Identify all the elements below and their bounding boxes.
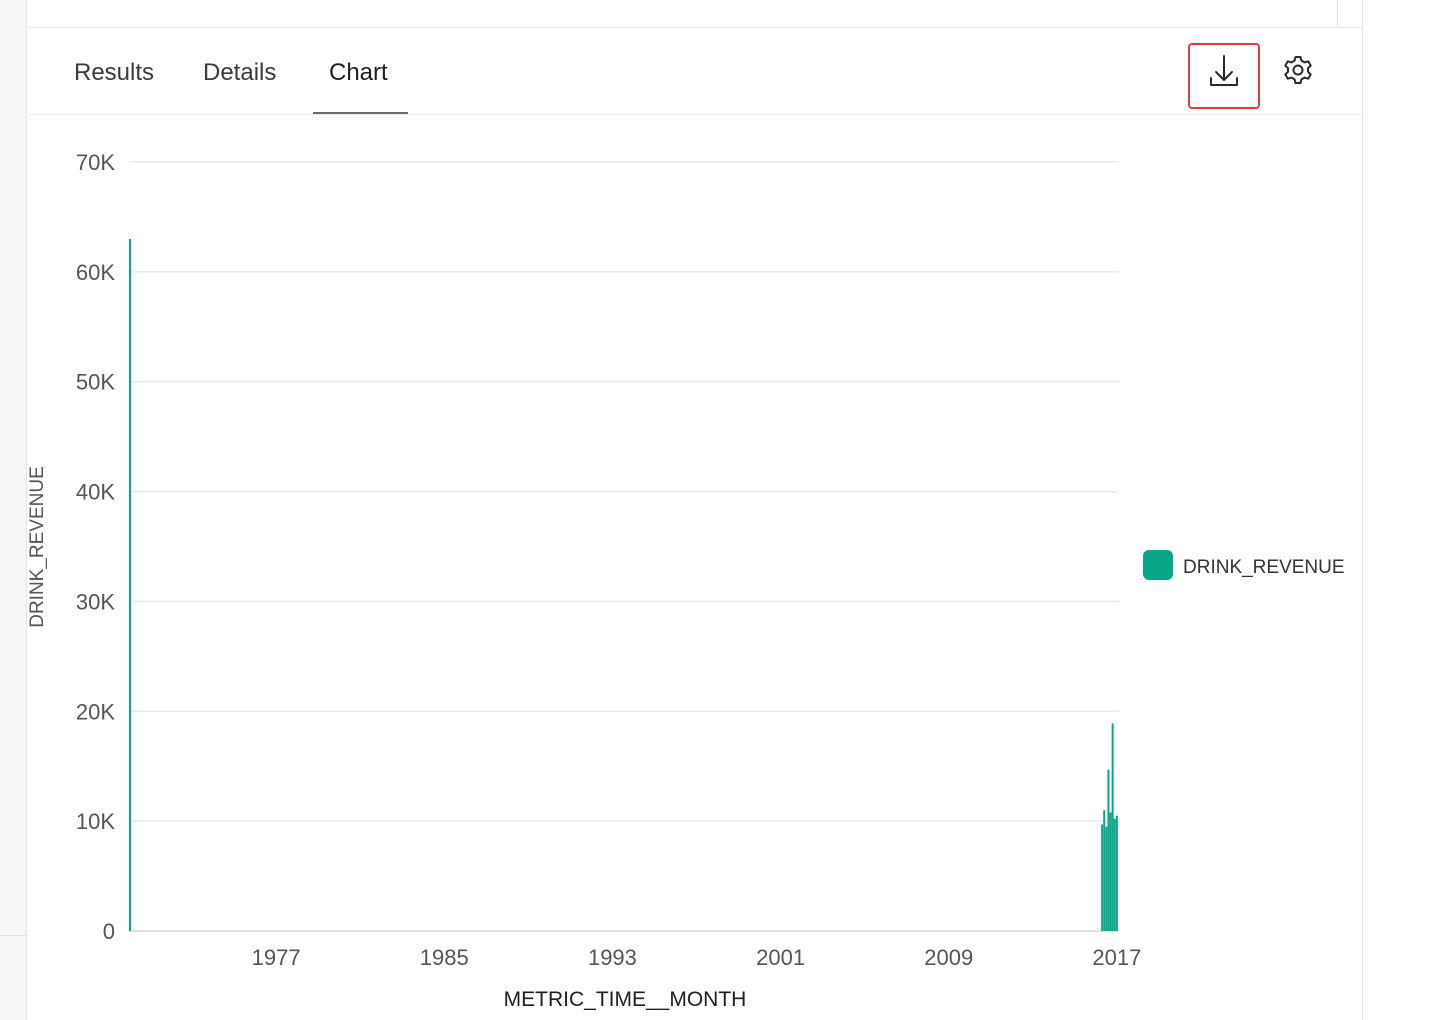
y-axis-ticks: 0 10K 20K 30K 40K 50K 60K 70K — [76, 150, 115, 944]
download-icon — [1210, 55, 1238, 86]
bar — [1113, 818, 1116, 931]
grid-lines — [129, 161, 1119, 932]
tab-bar: Results Details Chart — [28, 29, 1362, 115]
tab-details[interactable]: Details — [203, 29, 276, 115]
bar — [1107, 769, 1110, 931]
y-tick-label: 20K — [76, 699, 115, 724]
y-tick-label: 50K — [76, 370, 115, 395]
download-button[interactable] — [1188, 43, 1260, 109]
bar — [1101, 824, 1104, 931]
y-tick-label: 40K — [76, 480, 115, 505]
gear-icon — [1284, 56, 1312, 84]
x-tick-label: 2009 — [924, 945, 973, 970]
bar — [1111, 723, 1114, 931]
y-tick-label: 10K — [76, 809, 115, 834]
x-tick-label: 2001 — [756, 945, 805, 970]
bar-series — [129, 238, 1118, 931]
tab-chart[interactable]: Chart — [329, 29, 388, 115]
left-panel-strip — [0, 0, 27, 1020]
tab-results[interactable]: Results — [74, 29, 154, 115]
panel-right-border — [1362, 0, 1363, 1020]
legend-swatch — [1143, 550, 1173, 580]
x-tick-label: 1985 — [420, 945, 469, 970]
bar — [1105, 826, 1108, 931]
x-axis-ticks: 1977 1985 1993 2001 2009 2017 — [252, 945, 1142, 970]
chart-settings-button[interactable] — [1278, 49, 1318, 91]
y-tick-label: 60K — [76, 260, 115, 285]
y-tick-label: 70K — [76, 150, 115, 175]
y-tick-label: 0 — [103, 919, 115, 944]
x-tick-label: 1977 — [252, 945, 301, 970]
y-axis-label: DRINK_REVENUE — [28, 466, 48, 628]
bar — [129, 238, 131, 931]
bar — [1109, 812, 1112, 931]
bar — [1103, 810, 1106, 931]
top-area-divider — [1337, 0, 1338, 27]
x-tick-label: 1993 — [588, 945, 637, 970]
legend: DRINK_REVENUE — [1143, 550, 1345, 580]
top-area — [28, 0, 1362, 28]
legend-label: DRINK_REVENUE — [1183, 557, 1345, 578]
x-tick-label: 2017 — [1092, 945, 1141, 970]
chart-area: 0 10K 20K 30K 40K 50K 60K 70K 1977 1985 1993 2001 2… — [28, 150, 1345, 1011]
y-tick-label: 30K — [76, 589, 115, 614]
x-axis-label: METRIC_TIME__MONTH — [504, 988, 747, 1011]
left-panel-divider — [0, 935, 27, 936]
active-tab-indicator — [313, 112, 408, 114]
bar — [1115, 815, 1118, 931]
